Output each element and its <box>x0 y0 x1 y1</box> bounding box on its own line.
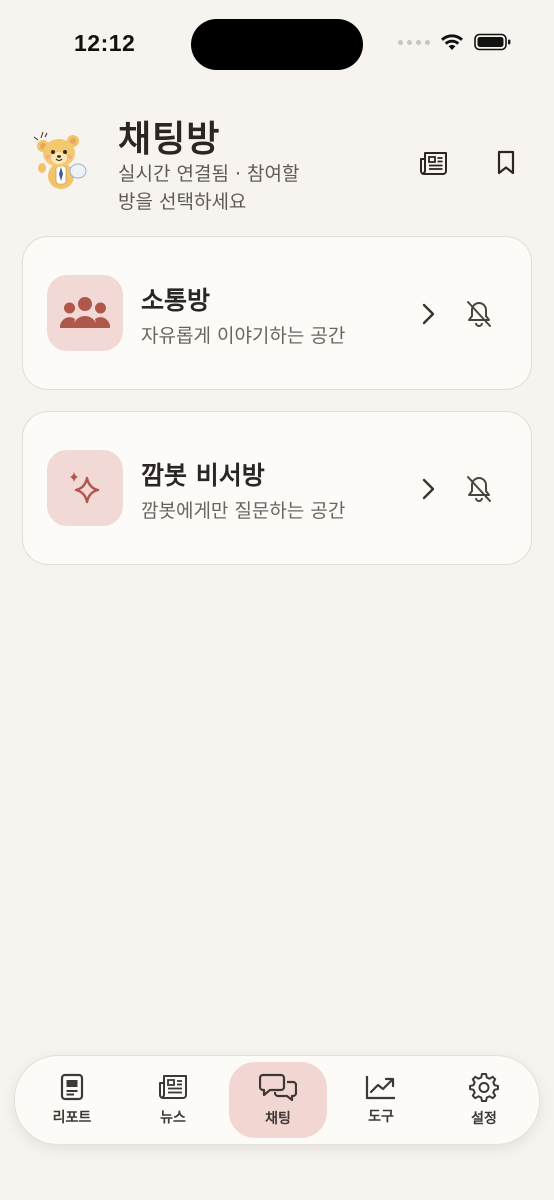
room-title: 소통방 <box>141 286 211 315</box>
battery-icon <box>474 33 511 51</box>
tab-label: 뉴스 <box>160 1110 186 1126</box>
bookmark-icon <box>497 150 515 175</box>
tab-chat[interactable]: 채팅 <box>229 1062 327 1138</box>
tab-label: 도구 <box>368 1109 394 1125</box>
bell-muted-icon[interactable] <box>465 474 493 504</box>
tab-news[interactable]: 뉴스 <box>124 1062 222 1138</box>
tab-label: 리포트 <box>52 1110 92 1126</box>
tab-report[interactable]: 리포트 <box>23 1062 121 1138</box>
sparkle-icon <box>70 472 100 504</box>
room-title: 깜봇 비서방 <box>141 461 265 490</box>
bookmark-button[interactable] <box>489 146 523 180</box>
newspaper-icon <box>420 152 447 175</box>
dynamic-island <box>191 19 363 70</box>
chevron-right-icon[interactable] <box>417 476 439 502</box>
bell-muted-icon[interactable] <box>465 299 493 329</box>
news-button[interactable] <box>417 146 451 180</box>
wifi-icon <box>441 34 463 50</box>
tab-tools[interactable]: 도구 <box>332 1062 430 1138</box>
room-icon-tile <box>47 275 123 351</box>
tab-label: 설정 <box>471 1111 497 1127</box>
chat-rooms-screen: 12:12 채팅방 실시간 연결됨 · 참여할 방을 선택하세요 소통방 자유롭… <box>0 0 554 1200</box>
status-indicators <box>398 33 512 51</box>
bottom-tab-bar: 리포트 뉴스 채팅 도구 설정 <box>14 1055 540 1145</box>
room-card-community[interactable]: 소통방 자유롭게 이야기하는 공간 <box>22 236 532 390</box>
report-icon <box>60 1073 84 1101</box>
tab-label: 채팅 <box>265 1111 291 1127</box>
cellular-signal-icon <box>398 39 430 45</box>
newspaper-icon <box>159 1075 187 1099</box>
chat-bubbles-icon <box>259 1073 297 1102</box>
page-subtitle: 실시간 연결됨 · 참여할 방을 선택하세요 <box>118 163 300 213</box>
people-group-icon <box>60 297 110 328</box>
room-description: 자유롭게 이야기하는 공간 <box>141 325 346 347</box>
room-description: 깜봇에게만 질문하는 공간 <box>141 500 346 522</box>
page-title: 채팅방 <box>118 119 221 160</box>
room-card-assistant[interactable]: 깜봇 비서방 깜봇에게만 질문하는 공간 <box>22 411 532 565</box>
bear-mascot-icon <box>33 131 87 189</box>
chevron-right-icon[interactable] <box>417 301 439 327</box>
room-icon-tile <box>47 450 123 526</box>
trend-chart-icon <box>365 1076 395 1100</box>
tab-settings[interactable]: 설정 <box>435 1062 533 1138</box>
status-time: 12:12 <box>74 30 136 56</box>
gear-icon <box>469 1073 499 1102</box>
